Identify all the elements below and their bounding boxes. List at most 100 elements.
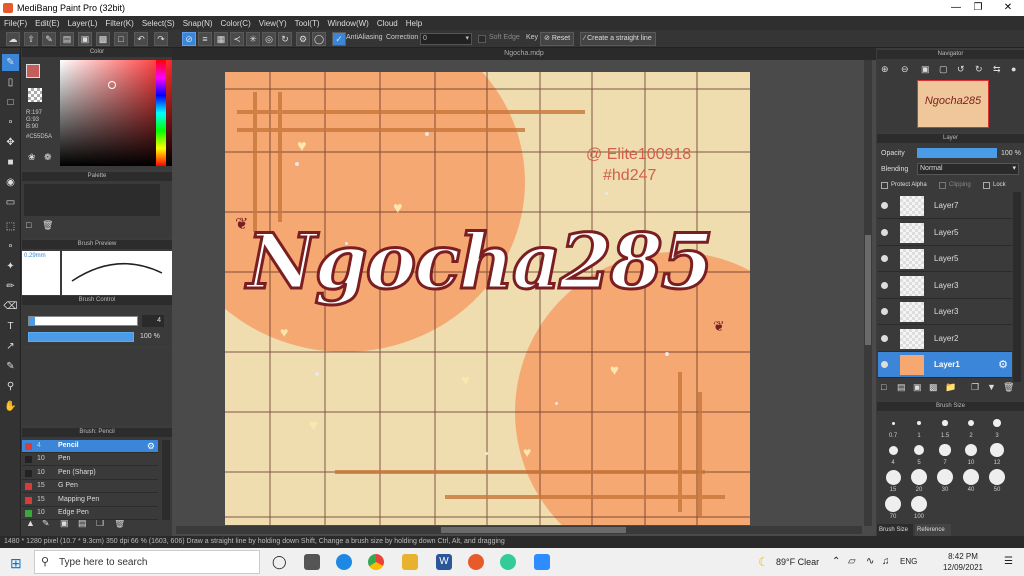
rotate-left-icon[interactable]: ↺ bbox=[957, 64, 965, 75]
foreground-color-swatch[interactable] bbox=[26, 64, 40, 78]
visibility-eye-icon[interactable] bbox=[881, 202, 888, 209]
brush-size-cell[interactable]: 15 bbox=[881, 468, 905, 493]
notification-icon[interactable]: ☰ bbox=[1004, 556, 1013, 567]
brush-list-item[interactable]: 15 G Pen bbox=[22, 480, 158, 494]
layer-row[interactable]: Layer2 bbox=[878, 325, 1012, 352]
visibility-eye-icon[interactable] bbox=[881, 281, 888, 289]
menu-help[interactable]: Help bbox=[406, 19, 422, 28]
task-switcher-icon[interactable] bbox=[304, 554, 320, 570]
canvas-horizontal-scrollbar[interactable] bbox=[176, 526, 862, 534]
radial-snap-icon[interactable]: ✳ bbox=[246, 32, 260, 46]
layer-row[interactable]: Layer1 ⚙ bbox=[878, 352, 1012, 378]
menu-color[interactable]: Color(C) bbox=[221, 19, 251, 28]
brush-size-cell[interactable]: 12 bbox=[985, 441, 1009, 466]
reset-button[interactable]: ⊘ Reset bbox=[540, 32, 575, 46]
brush-list-scrollbar[interactable] bbox=[162, 440, 170, 520]
brush-tool-icon[interactable]: ✎ bbox=[2, 54, 19, 71]
brush-size-cell[interactable]: 10 bbox=[959, 441, 983, 466]
correction-select[interactable]: 0 ▾ bbox=[420, 33, 472, 45]
reset-view-icon[interactable]: ● bbox=[1011, 64, 1016, 74]
rectangle-tool-icon[interactable]: □ bbox=[2, 94, 19, 111]
artwork-canvas[interactable]: ♥ ♥ ♥ ♥ ♥ ♥ ♥ @ Elite100918 #hd247 Ngoch… bbox=[225, 72, 750, 525]
parallel-snap-icon[interactable]: ≡ bbox=[198, 32, 212, 46]
brush-size-cell[interactable]: 7 bbox=[933, 441, 957, 466]
clock[interactable]: 8:42 PM 12/09/2021 bbox=[936, 551, 990, 573]
language-indicator[interactable]: ENG bbox=[900, 557, 917, 566]
soft-edge-checkbox[interactable] bbox=[478, 35, 486, 43]
brush-list-item[interactable]: 4 Pencil ⚙ bbox=[22, 440, 158, 453]
new-8bit-layer-icon[interactable]: ▣ bbox=[913, 382, 922, 393]
brush-list-item[interactable]: 15 Mapping Pen bbox=[22, 493, 158, 507]
brush-settings-icon[interactable]: ⚙ bbox=[147, 441, 155, 452]
clipping-checkbox[interactable] bbox=[939, 182, 946, 189]
visibility-eye-icon[interactable] bbox=[881, 361, 888, 368]
delete-layer-icon[interactable]: 🗑 bbox=[1003, 382, 1014, 393]
text-tool-icon[interactable]: T bbox=[2, 318, 19, 335]
maximize-icon[interactable]: ❐ bbox=[964, 0, 992, 16]
eraser-tool-icon[interactable]: ▯ bbox=[2, 74, 19, 91]
select-pen-icon[interactable]: ✏ bbox=[2, 278, 19, 295]
brush-size-cell[interactable]: 20 bbox=[907, 468, 931, 493]
layer-folder-icon[interactable]: 📁 bbox=[945, 382, 956, 393]
layer-row[interactable]: Layer5 bbox=[878, 219, 1012, 246]
navigator-preview[interactable]: Ngocha285 bbox=[917, 80, 989, 128]
brush-list-item[interactable]: 10 Pen (Sharp) bbox=[22, 466, 158, 480]
menu-window[interactable]: Window(W) bbox=[328, 19, 369, 28]
magic-wand-icon[interactable]: ✦ bbox=[2, 258, 19, 275]
network-icon[interactable]: ▱ bbox=[848, 556, 856, 567]
shape-tool-icon[interactable]: ■ bbox=[2, 154, 19, 171]
close-icon[interactable]: ✕ bbox=[994, 0, 1022, 16]
duplicate-layer-icon[interactable]: ❐ bbox=[971, 382, 979, 393]
menu-snap[interactable]: Snap(N) bbox=[183, 19, 213, 28]
brush-size-cell[interactable]: 5 bbox=[907, 441, 931, 466]
brush-opacity-slider[interactable] bbox=[28, 332, 134, 342]
menu-cloud[interactable]: Cloud bbox=[377, 19, 398, 28]
color-swap-icon[interactable]: ❁ bbox=[44, 152, 52, 163]
brush-size-cell[interactable]: 40 bbox=[959, 468, 983, 493]
edge-browser-icon[interactable] bbox=[336, 554, 352, 570]
fill-tool-icon[interactable]: ◉ bbox=[2, 174, 19, 191]
cloud-icon[interactable]: ☁ bbox=[6, 32, 20, 46]
dot-tool-icon[interactable]: ∘ bbox=[2, 114, 19, 131]
brush-list-item[interactable]: 10 Edge Pen bbox=[22, 507, 158, 520]
protect-alpha-checkbox[interactable] bbox=[881, 182, 888, 189]
document-icon[interactable]: ▤ bbox=[60, 32, 74, 46]
file-explorer-icon[interactable] bbox=[402, 554, 418, 570]
background-color-swatch[interactable] bbox=[28, 88, 42, 102]
color-picker-cursor[interactable] bbox=[108, 81, 116, 89]
volume-icon[interactable]: ♫ bbox=[882, 556, 890, 567]
merge-layer-icon[interactable]: ▼ bbox=[987, 382, 996, 392]
zoom-in-icon[interactable]: ⊕ bbox=[881, 64, 889, 75]
menu-layer[interactable]: Layer(L) bbox=[68, 19, 98, 28]
brush-size-cell[interactable]: 50 bbox=[985, 468, 1009, 493]
move-tool-icon[interactable]: ✥ bbox=[2, 134, 19, 151]
app-icon[interactable] bbox=[500, 554, 516, 570]
layer-list-scrollbar[interactable] bbox=[1013, 192, 1021, 382]
brush-size-cell[interactable]: 3 bbox=[985, 414, 1009, 439]
layer-row[interactable]: Layer5 bbox=[878, 246, 1012, 272]
zoom-out-icon[interactable]: ⊖ bbox=[901, 64, 909, 75]
menu-edit[interactable]: Edit(E) bbox=[35, 19, 59, 28]
brush-size-cell[interactable]: 30 bbox=[933, 468, 957, 493]
visibility-eye-icon[interactable] bbox=[881, 228, 888, 236]
brush-size-tab[interactable]: Brush Size bbox=[877, 524, 913, 536]
palette-swatches[interactable] bbox=[24, 184, 160, 216]
comment-icon[interactable]: ✎ bbox=[42, 32, 56, 46]
menu-file[interactable]: File(F) bbox=[4, 19, 27, 28]
snap-settings-icon[interactable]: ⚙ bbox=[296, 32, 310, 46]
brush-size-cell[interactable]: 1.5 bbox=[933, 414, 957, 439]
zoom-actual-icon[interactable]: ▢ bbox=[939, 64, 948, 75]
menu-view[interactable]: View(Y) bbox=[259, 19, 287, 28]
layer-row[interactable]: Layer3 bbox=[878, 272, 1012, 299]
weather-text[interactable]: 89°F Clear bbox=[776, 557, 819, 567]
chrome-icon[interactable] bbox=[368, 554, 384, 570]
cross-snap-icon[interactable]: ▦ bbox=[214, 32, 228, 46]
wifi-icon[interactable]: ∿ bbox=[866, 556, 874, 567]
blending-select[interactable]: Normal ▾ bbox=[917, 163, 1019, 175]
menu-filter[interactable]: Filter(K) bbox=[105, 19, 133, 28]
windows-start-icon[interactable]: ⊞ bbox=[10, 555, 22, 572]
gradient-tool-icon[interactable]: ▭ bbox=[2, 194, 19, 211]
hue-slider[interactable] bbox=[156, 60, 166, 166]
layer-settings-icon[interactable]: ⚙ bbox=[998, 358, 1008, 371]
circle-snap-icon[interactable]: ◎ bbox=[262, 32, 276, 46]
